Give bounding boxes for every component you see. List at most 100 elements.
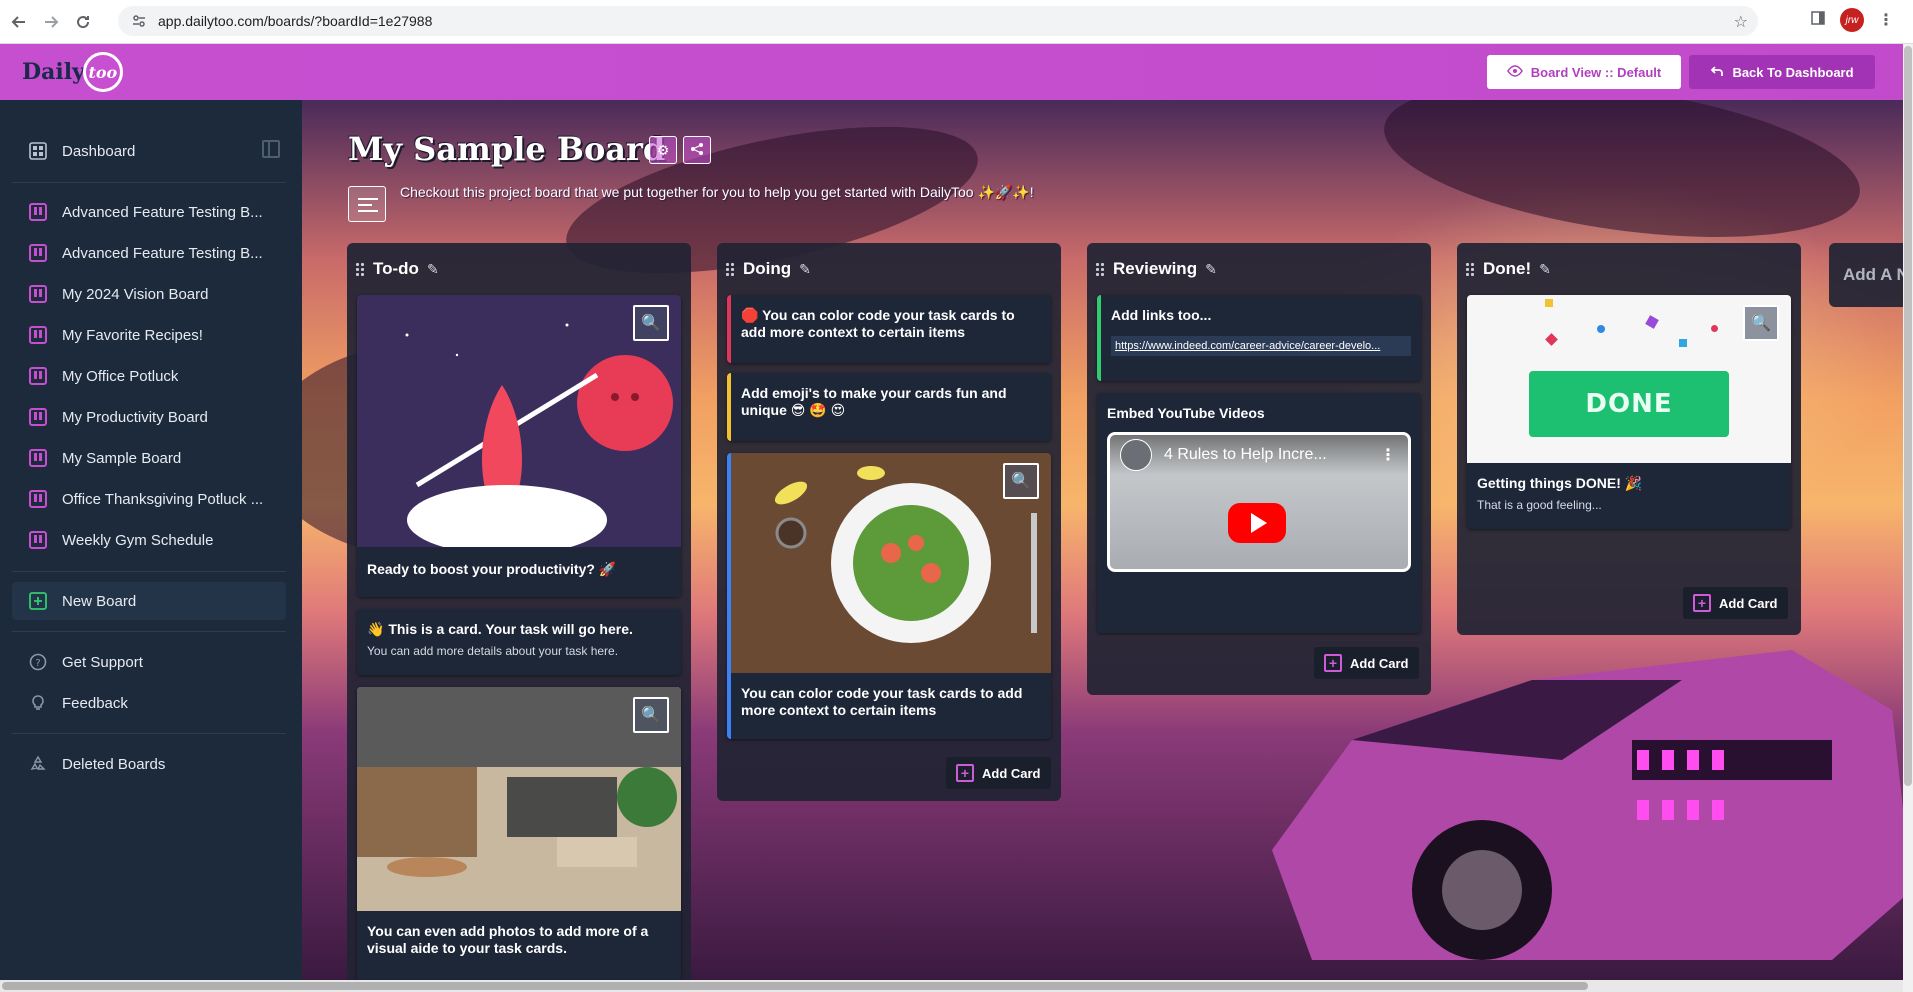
card-title: You can even add photos to add more of a… — [367, 923, 649, 956]
text-lines-icon — [358, 198, 378, 200]
profile-avatar[interactable]: jrw — [1840, 8, 1864, 32]
magnifier-icon: 🔍 — [641, 315, 661, 332]
list-title[interactable]: To-do — [373, 259, 419, 279]
zoom-image-button[interactable]: 🔍 — [633, 697, 669, 733]
share-board-button[interactable] — [683, 136, 711, 164]
sidebar-item-board[interactable]: My 2024 Vision Board — [12, 275, 286, 313]
forward-arrow-icon[interactable] — [38, 9, 64, 35]
sidebar-item-label: Office Thanksgiving Potluck ... — [62, 490, 264, 508]
site-settings-icon[interactable] — [130, 12, 148, 30]
sidebar: Dashboard Advanced Feature Testing B... … — [0, 100, 302, 980]
sidebar-item-dashboard[interactable]: Dashboard — [12, 132, 286, 170]
sidebar-item-support[interactable]: ? Get Support — [12, 643, 286, 681]
help-circle-icon: ? — [28, 652, 48, 672]
zoom-image-button[interactable]: 🔍 — [633, 305, 669, 341]
url-text[interactable]: app.dailytoo.com/boards/?boardId=1e27988 — [158, 13, 432, 29]
card-title: Add emoji's to make your cards fun and u… — [741, 385, 1007, 418]
list-title[interactable]: Done! — [1483, 259, 1531, 279]
card-link[interactable]: https://www.indeed.com/career-advice/car… — [1111, 336, 1411, 356]
new-board-label: New Board — [62, 592, 137, 610]
side-panel-icon[interactable] — [1810, 10, 1826, 31]
sidebar-item-label: My Office Potluck — [62, 367, 179, 385]
board-canvas: My Sample Board ⚙ Checkout this project … — [302, 100, 1903, 980]
address-bar[interactable]: app.dailytoo.com/boards/?boardId=1e27988… — [118, 6, 1758, 36]
drag-handle-icon[interactable] — [725, 262, 735, 276]
task-card[interactable]: 🛑 You can color code your task cards to … — [727, 295, 1051, 363]
board-icon — [28, 284, 48, 304]
board-view-button[interactable]: Board View :: Default — [1487, 55, 1681, 89]
magnifier-icon: 🔍 — [641, 707, 661, 724]
board-title[interactable]: My Sample Board — [348, 130, 665, 168]
vertical-scrollbar[interactable] — [1903, 44, 1913, 992]
horizontal-scrollbar[interactable] — [0, 980, 1903, 992]
lightbulb-icon — [28, 693, 48, 713]
drag-handle-icon[interactable] — [1465, 262, 1475, 276]
magnifier-icon: 🔍 — [1011, 473, 1031, 490]
list-header: Doing ✎ — [725, 257, 811, 281]
svg-text:?: ? — [35, 658, 40, 669]
youtube-embed[interactable]: 4 Rules to Help Incre... ⋮ — [1107, 432, 1411, 572]
task-card[interactable]: 🔍 You can even add photos to add more of… — [357, 687, 681, 980]
card-title: Ready to boost your productivity? 🚀 — [367, 561, 617, 577]
list-todo: To-do ✎ 🔍 Ready to boost your productivi… — [347, 243, 691, 980]
reload-icon[interactable] — [70, 9, 96, 35]
card-title: Embed YouTube Videos — [1107, 405, 1265, 421]
zoom-image-button[interactable]: 🔍 — [1003, 463, 1039, 499]
add-card-button[interactable]: + Add Card — [946, 757, 1051, 789]
board-settings-button[interactable]: ⚙ — [649, 136, 677, 164]
sidebar-item-deleted-boards[interactable]: Deleted Boards — [12, 745, 286, 783]
edit-pencil-icon[interactable]: ✎ — [799, 261, 811, 278]
task-card[interactable]: Embed YouTube Videos 4 Rules to Help Inc… — [1097, 393, 1421, 633]
add-list-button[interactable]: Add A N — [1829, 243, 1903, 307]
sidebar-item-board[interactable]: My Office Potluck — [12, 357, 286, 395]
collapse-sidebar-icon[interactable] — [262, 140, 280, 158]
plus-square-icon: + — [1324, 654, 1342, 672]
sidebar-item-board[interactable]: My Productivity Board — [12, 398, 286, 436]
drag-handle-icon[interactable] — [1095, 262, 1105, 276]
sidebar-item-board[interactable]: Weekly Gym Schedule — [12, 521, 286, 559]
description-toggle-button[interactable] — [348, 186, 386, 222]
list-done: Done! ✎ DONE 🔍 Getting things DONE! 🎉 Th… — [1457, 243, 1801, 635]
list-reviewing: Reviewing ✎ Add links too... https://www… — [1087, 243, 1431, 695]
zoom-image-button[interactable]: 🔍 — [1743, 305, 1779, 341]
board-icon — [28, 407, 48, 427]
back-arrow-icon[interactable] — [6, 9, 32, 35]
task-card[interactable]: Add links too... https://www.indeed.com/… — [1097, 295, 1421, 381]
task-card[interactable]: DONE 🔍 Getting things DONE! 🎉 That is a … — [1467, 295, 1791, 529]
list-title[interactable]: Doing — [743, 259, 791, 279]
play-button[interactable] — [1228, 503, 1286, 543]
video-menu-icon[interactable]: ⋮ — [1380, 445, 1396, 465]
task-card[interactable]: 🔍 Ready to boost your productivity? 🚀 — [357, 295, 681, 597]
edit-pencil-icon[interactable]: ✎ — [1205, 261, 1217, 278]
edit-pencil-icon[interactable]: ✎ — [1539, 261, 1551, 278]
back-to-dashboard-label: Back To Dashboard — [1732, 64, 1854, 80]
task-card[interactable]: Add emoji's to make your cards fun and u… — [727, 373, 1051, 441]
sidebar-item-label: My 2024 Vision Board — [62, 285, 209, 303]
video-title: 4 Rules to Help Incre... — [1164, 446, 1327, 463]
add-card-button[interactable]: + Add Card — [1683, 587, 1788, 619]
board-icon — [28, 202, 48, 222]
new-board-button[interactable]: New Board — [12, 582, 286, 620]
task-card[interactable]: 👋 This is a card. Your task will go here… — [357, 609, 681, 675]
drag-handle-icon[interactable] — [355, 262, 365, 276]
sidebar-item-feedback[interactable]: Feedback — [12, 684, 286, 722]
sidebar-item-board[interactable]: My Favorite Recipes! — [12, 316, 286, 354]
sidebar-item-label: Advanced Feature Testing B... — [62, 203, 263, 221]
sidebar-item-board[interactable]: Office Thanksgiving Potluck ... — [12, 480, 286, 518]
sidebar-divider — [12, 733, 286, 734]
return-arrow-icon — [1710, 64, 1724, 81]
back-to-dashboard-button[interactable]: Back To Dashboard — [1689, 55, 1875, 89]
dailytoo-logo[interactable]: Daily too — [22, 52, 123, 92]
channel-avatar — [1120, 439, 1152, 471]
browser-menu-icon[interactable]: ⋮ — [1878, 10, 1894, 30]
sidebar-item-board[interactable]: Advanced Feature Testing B... — [12, 193, 286, 231]
sidebar-item-board[interactable]: My Sample Board — [12, 439, 286, 477]
plus-square-icon: + — [1693, 594, 1711, 612]
bookmark-star-icon[interactable]: ☆ — [1734, 12, 1748, 32]
task-card[interactable]: 🔍 You can color code your task cards to … — [727, 453, 1051, 739]
list-title[interactable]: Reviewing — [1113, 259, 1197, 279]
sidebar-item-board[interactable]: Advanced Feature Testing B... — [12, 234, 286, 272]
add-card-button[interactable]: + Add Card — [1314, 647, 1419, 679]
sidebar-item-label: Dashboard — [62, 142, 136, 160]
edit-pencil-icon[interactable]: ✎ — [427, 261, 439, 278]
